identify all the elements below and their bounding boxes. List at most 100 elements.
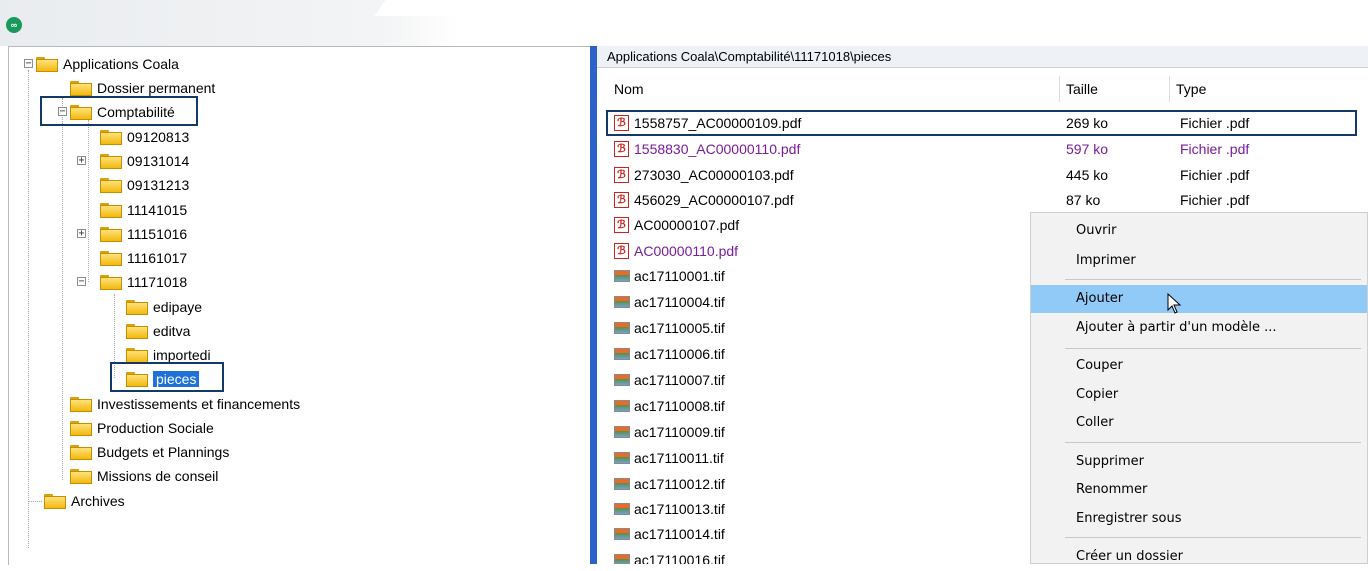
expand-toggle[interactable]: + [77, 229, 86, 239]
menu-item-ouvrir[interactable]: Ouvrir [1031, 217, 1367, 245]
folder-icon [100, 153, 122, 169]
folder-icon [70, 420, 92, 436]
tree-label: 09120813 [127, 129, 190, 145]
title-bar-notch [374, 0, 466, 16]
tree-label: Investissements et financements [97, 396, 301, 412]
file-row[interactable]: ℬ 456029_AC00000107.pdf 87 ko Fichier .p… [608, 188, 1368, 212]
image-file-icon [614, 554, 630, 564]
image-file-icon [614, 270, 630, 282]
tree-label: Applications Coala [63, 56, 179, 72]
menu-item-ajouter-modele[interactable]: Ajouter à partir d'un modèle ... [1031, 314, 1367, 342]
folder-icon [70, 80, 92, 96]
tree-line [28, 70, 29, 548]
tree-label: 11141015 [127, 202, 188, 218]
collapse-toggle[interactable]: − [24, 59, 33, 69]
folder-icon [100, 177, 122, 193]
menu-separator [1065, 442, 1361, 443]
file-name: ac17110001.tif [634, 268, 725, 284]
tree-node-production-sociale[interactable]: Production Sociale [70, 417, 214, 439]
folder-icon [100, 129, 122, 145]
tree-node-year[interactable]: 09131014 [100, 150, 189, 172]
column-header-size[interactable]: Taille [1060, 76, 1170, 102]
file-name: AC00000107.pdf [634, 217, 740, 233]
tree-node-missions[interactable]: Missions de conseil [70, 465, 218, 487]
menu-item-renommer[interactable]: Renommer [1031, 476, 1367, 504]
file-row[interactable]: ℬ 273030_AC00000103.pdf 445 ko Fichier .… [608, 163, 1368, 187]
file-name: ac17110009.tif [634, 424, 725, 440]
context-menu: Ouvrir Imprimer Ajouter Ajouter à partir… [1030, 212, 1368, 564]
file-name: AC00000110.pdf [634, 243, 739, 259]
tree-line [62, 98, 63, 480]
tree-node-investissements[interactable]: Investissements et financements [70, 393, 300, 415]
column-header-name[interactable]: Nom [608, 76, 1060, 102]
menu-item-imprimer[interactable]: Imprimer [1031, 247, 1367, 275]
folder-icon [100, 274, 122, 290]
folder-icon [126, 299, 148, 315]
file-name: ac17110008.tif [634, 398, 725, 414]
file-type: Fichier .pdf [1180, 192, 1250, 208]
tree-label: 11151016 [127, 226, 188, 242]
pane-splitter[interactable] [590, 46, 597, 564]
tree-label: edipaye [153, 299, 203, 315]
menu-item-couper[interactable]: Couper [1031, 352, 1367, 380]
path-bar: Applications Coala\Comptabilité\11171018… [597, 46, 1368, 68]
column-header-type[interactable]: Type [1170, 76, 1360, 102]
folder-icon [70, 468, 92, 484]
tree-line [28, 501, 42, 502]
tree-node-year[interactable]: 11161017 [100, 247, 187, 269]
expand-toggle[interactable]: + [77, 156, 86, 166]
tree-label: Budgets et Plannings [97, 444, 230, 460]
file-name: ac17110007.tif [634, 372, 725, 388]
menu-separator [1065, 348, 1361, 349]
folder-icon [100, 202, 122, 218]
mouse-cursor-icon [1167, 293, 1182, 314]
pdf-file-icon: ℬ [614, 243, 629, 259]
file-name: ac17110011.tif [634, 450, 724, 466]
image-file-icon [614, 426, 630, 438]
tree-node-year[interactable]: 09120813 [100, 126, 189, 148]
menu-item-ajouter[interactable]: Ajouter [1031, 285, 1367, 313]
title-bar: ∞ [0, 0, 1368, 46]
folder-icon [126, 323, 148, 339]
tree-node-archives[interactable]: Archives [44, 490, 125, 512]
image-file-icon [614, 478, 630, 490]
file-row[interactable]: ℬ 1558830_AC00000110.pdf 597 ko Fichier … [608, 137, 1368, 161]
menu-item-enregistrer-sous[interactable]: Enregistrer sous [1031, 505, 1367, 533]
tree-node-year[interactable]: 11171018 [100, 271, 187, 293]
menu-item-creer-dossier[interactable]: Créer un dossier [1031, 543, 1367, 571]
file-type: Fichier .pdf [1180, 141, 1250, 157]
collapse-toggle[interactable]: − [77, 277, 86, 287]
folder-icon [70, 444, 92, 460]
folder-icon [126, 347, 148, 363]
pdf-file-icon: ℬ [614, 167, 629, 183]
file-size: 597 ko [1066, 141, 1109, 157]
file-name: ac17110006.tif [634, 346, 725, 362]
tree-label: 11161017 [127, 250, 188, 266]
tree-label: 09131213 [127, 177, 190, 193]
menu-item-coller[interactable]: Coller [1031, 409, 1367, 437]
tree-node-year[interactable]: 11151016 [100, 223, 187, 245]
menu-separator [1065, 279, 1361, 280]
file-name: ac17110013.tif [634, 501, 725, 517]
folder-tree: − Applications Coala Dossier permanent −… [0, 46, 590, 564]
menu-item-supprimer[interactable]: Supprimer [1031, 448, 1367, 476]
file-size: 445 ko [1066, 167, 1109, 183]
image-file-icon [614, 452, 630, 464]
tree-node-editva[interactable]: editva [126, 320, 190, 342]
tree-label: Archives [71, 493, 125, 509]
menu-item-copier[interactable]: Copier [1031, 381, 1367, 409]
tree-node-applications-coala[interactable]: Applications Coala [36, 53, 179, 75]
image-file-icon [614, 374, 630, 386]
file-name: 273030_AC00000103.pdf [634, 167, 794, 183]
highlight-box [606, 110, 1357, 136]
folder-icon [100, 226, 122, 242]
tree-node-year[interactable]: 09131213 [100, 174, 189, 196]
file-name: ac17110005.tif [634, 320, 725, 336]
image-file-icon [614, 348, 630, 360]
tree-node-year[interactable]: 11141015 [100, 199, 187, 221]
tree-node-budgets[interactable]: Budgets et Plannings [70, 441, 229, 463]
image-file-icon [614, 503, 630, 515]
file-name: ac17110014.tif [634, 526, 725, 542]
tree-node-edipaye[interactable]: edipaye [126, 296, 202, 318]
file-name: ac17110004.tif [634, 294, 725, 310]
